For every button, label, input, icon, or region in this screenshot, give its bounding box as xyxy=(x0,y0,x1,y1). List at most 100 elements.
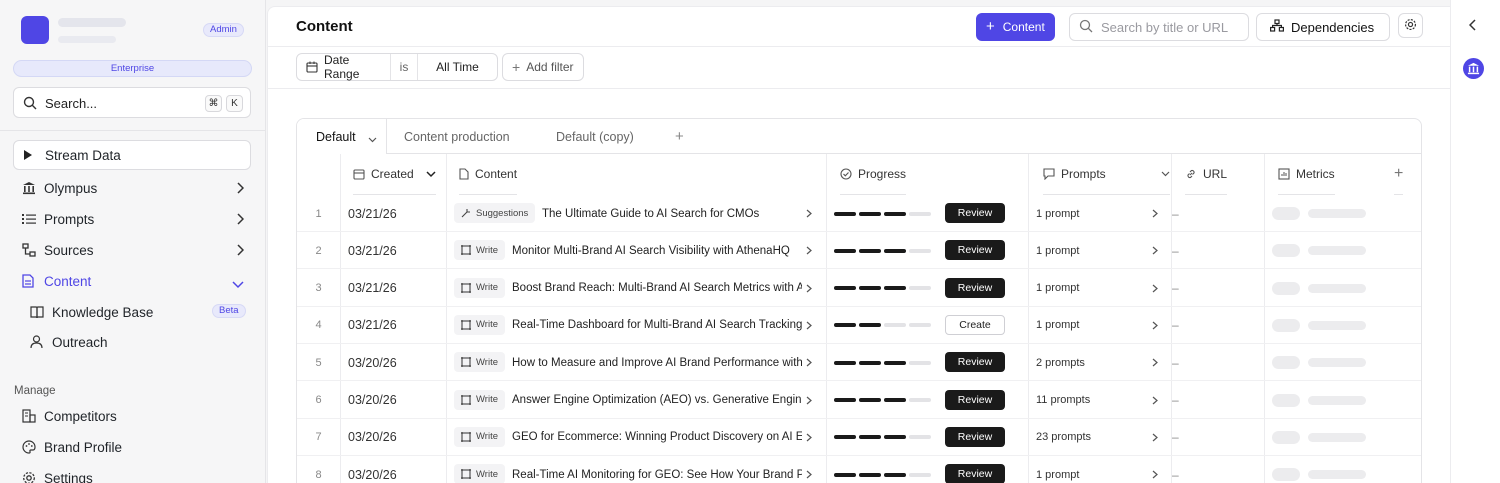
tab-default-copy[interactable]: Default (copy) xyxy=(556,119,634,154)
sidebar-item-olympus[interactable]: Olympus xyxy=(13,173,251,203)
table-row[interactable]: 2 03/21/26 Write Monitor Multi-Brand AI Sea… xyxy=(297,232,1421,270)
content-type-tag: Write xyxy=(454,426,505,447)
tag-label: Write xyxy=(476,319,498,331)
sidebar-subitem-label: Outreach xyxy=(52,334,108,350)
table-row[interactable]: 6 03/20/26 Write Answer Engine Optimization… xyxy=(297,382,1421,419)
url-value: – xyxy=(1172,355,1179,370)
chevron-right-icon[interactable] xyxy=(806,232,812,269)
dependencies-button[interactable]: Dependencies xyxy=(1256,13,1390,41)
review-button[interactable]: Review xyxy=(945,389,1005,410)
chevron-right-icon[interactable] xyxy=(1152,344,1158,381)
new-content-button[interactable]: + Content xyxy=(976,13,1055,41)
sidebar-item-competitors[interactable]: Competitors xyxy=(13,401,251,431)
chevron-down-icon[interactable] xyxy=(1161,171,1170,177)
column-content[interactable]: Content xyxy=(459,154,518,195)
sidebar-item-content[interactable]: Content xyxy=(13,266,251,296)
search-icon xyxy=(1079,19,1093,36)
sidebar-item-sources[interactable]: Sources xyxy=(13,235,251,265)
column-created[interactable]: Created xyxy=(353,154,436,195)
chevron-right-icon[interactable] xyxy=(1152,456,1158,483)
filter-operator[interactable]: is xyxy=(391,54,418,80)
chevron-right-icon[interactable] xyxy=(806,307,812,344)
sources-icon xyxy=(22,243,42,257)
chevron-right-icon[interactable] xyxy=(806,270,812,307)
play-icon xyxy=(23,150,43,160)
chevron-right-icon[interactable] xyxy=(1152,307,1158,344)
metric-placeholder xyxy=(1272,207,1300,220)
add-column-button[interactable]: + xyxy=(1394,154,1404,195)
content-title[interactable]: GEO for Ecommerce: Winning Product Disco… xyxy=(512,419,802,456)
chevron-down-icon[interactable] xyxy=(368,132,377,146)
content-title[interactable]: Boost Brand Reach: Multi-Brand AI Search… xyxy=(512,270,802,307)
date-range-filter[interactable]: Date Range is All Time xyxy=(296,53,498,81)
sidebar-divider xyxy=(0,130,265,131)
add-tab-button[interactable]: + xyxy=(675,128,684,145)
chevron-right-icon[interactable] xyxy=(806,195,812,232)
table-row[interactable]: 1 03/21/26 Suggestions The Ultimate Guide t… xyxy=(297,195,1421,232)
content-type-tag: Write xyxy=(454,389,505,410)
sidebar-search[interactable]: Search... ⌘ K xyxy=(13,87,251,118)
sidebar-item-stream-data[interactable]: Stream Data xyxy=(13,140,251,170)
review-button[interactable]: Review xyxy=(945,203,1005,223)
filter-field[interactable]: Date Range xyxy=(297,53,391,81)
review-button[interactable]: Review xyxy=(945,352,1005,373)
tab-content-production[interactable]: Content production xyxy=(404,119,510,154)
progress-segment xyxy=(909,286,931,291)
sort-desc-icon[interactable] xyxy=(426,170,436,178)
tag-label: Write xyxy=(476,356,498,368)
sidebar-item-label: Olympus xyxy=(44,180,98,196)
chevron-right-icon[interactable] xyxy=(1152,382,1158,419)
athena-assistant-icon[interactable] xyxy=(1463,58,1484,79)
progress-segment xyxy=(909,323,931,328)
chevron-left-icon[interactable] xyxy=(1468,19,1477,34)
review-button[interactable]: Review xyxy=(945,277,1005,298)
metric-placeholder xyxy=(1272,318,1300,332)
chevron-right-icon[interactable] xyxy=(1152,270,1158,307)
column-url[interactable]: URL xyxy=(1185,154,1228,195)
tab-default[interactable]: Default xyxy=(297,119,387,154)
content-search[interactable] xyxy=(1069,13,1249,41)
review-button[interactable]: Review xyxy=(945,240,1005,261)
column-metrics[interactable]: Metrics xyxy=(1278,154,1335,195)
column-prompts[interactable]: Prompts xyxy=(1043,154,1170,195)
content-title[interactable]: How to Measure and Improve AI Brand Perf… xyxy=(512,344,802,381)
content-title[interactable]: Answer Engine Optimization (AEO) vs. Gen… xyxy=(512,382,802,419)
table-row[interactable]: 5 03/20/26 Write How to Measure and Improve… xyxy=(297,344,1421,382)
sidebar-item-prompts[interactable]: Prompts xyxy=(13,204,251,234)
table-row[interactable]: 7 03/20/26 Write GEO for Ecommerce: Winning… xyxy=(297,419,1421,456)
column-progress[interactable]: Progress xyxy=(840,154,907,195)
main-panel: Content + Content Dependencies Date Rang… xyxy=(267,6,1451,483)
chevron-right-icon[interactable] xyxy=(1152,195,1158,232)
progress-segment xyxy=(859,472,881,477)
review-button[interactable]: Review xyxy=(945,464,1005,483)
created-date: 03/20/26 xyxy=(348,393,397,407)
chevron-right-icon[interactable] xyxy=(806,344,812,381)
progress-bar xyxy=(834,456,934,483)
create-button[interactable]: Create xyxy=(945,314,1005,335)
chevron-right-icon[interactable] xyxy=(1152,419,1158,456)
review-button[interactable]: Review xyxy=(945,426,1005,447)
add-filter-button[interactable]: + Add filter xyxy=(502,53,584,81)
content-title[interactable]: Real-Time AI Monitoring for GEO: See How… xyxy=(512,456,802,483)
sidebar-item-settings[interactable]: Settings xyxy=(13,463,251,483)
content-title[interactable]: Real-Time Dashboard for Multi-Brand AI S… xyxy=(512,307,802,344)
content-table: Default Content production Default (copy… xyxy=(296,118,1422,483)
chevron-right-icon[interactable] xyxy=(806,382,812,419)
write-icon xyxy=(461,394,471,405)
chevron-right-icon[interactable] xyxy=(806,419,812,456)
table-row[interactable]: 8 03/20/26 Write Real-Time AI Monitoring fo… xyxy=(297,456,1421,483)
column-label: Metrics xyxy=(1296,167,1335,181)
filter-value[interactable]: All Time xyxy=(418,54,497,80)
table-row[interactable]: 4 03/21/26 Write Real-Time Dashboard for Mu… xyxy=(297,307,1421,344)
settings-button[interactable] xyxy=(1398,13,1423,38)
chevron-right-icon[interactable] xyxy=(1152,232,1158,269)
table-row[interactable]: 3 03/21/26 Write Boost Brand Reach: Multi-B… xyxy=(297,270,1421,307)
sidebar-item-brand-profile[interactable]: Brand Profile xyxy=(13,432,251,462)
org-logo[interactable] xyxy=(21,16,49,44)
metric-placeholder xyxy=(1272,393,1300,407)
content-search-input[interactable] xyxy=(1101,19,1241,35)
chevron-right-icon[interactable] xyxy=(806,456,812,483)
content-title[interactable]: Monitor Multi-Brand AI Search Visibility… xyxy=(512,232,802,269)
sidebar-subitem-outreach[interactable]: Outreach xyxy=(30,328,250,356)
content-title[interactable]: The Ultimate Guide to AI Search for CMOs xyxy=(542,195,802,232)
